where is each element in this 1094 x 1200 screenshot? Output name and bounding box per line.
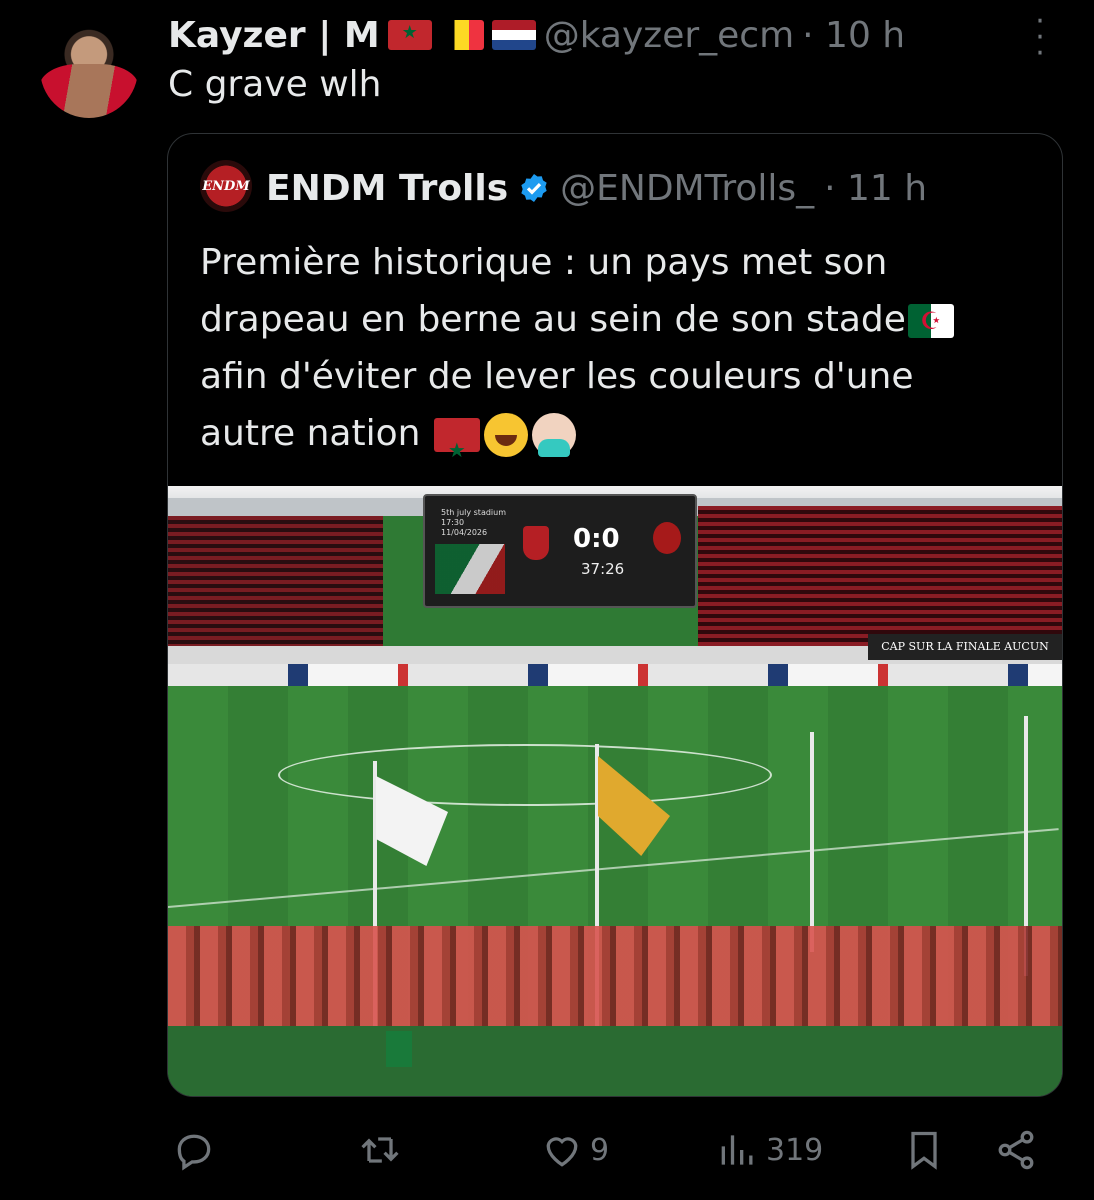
- morocco-flag-icon: [433, 418, 480, 479]
- home-team-crest-icon: [523, 526, 549, 560]
- stadium-stand-right: [698, 506, 1062, 646]
- quoted-text-segment: drapeau en berne au sein de son stade: [200, 299, 906, 340]
- quoted-text-line: afin d'éviter de lever les couleurs d'un…: [200, 356, 914, 397]
- share-icon: [998, 1130, 1034, 1170]
- fan-banner: CAP SUR LA FINALE AUCUN DROIT À L': [868, 634, 1062, 679]
- reply-header: Kayzer | M @kayzer_ecm · 10 h: [168, 10, 905, 60]
- reply-author-name[interactable]: Kayzer | M: [168, 15, 380, 56]
- shrug-emoji-icon: [531, 413, 576, 457]
- like-button[interactable]: 9: [540, 1128, 609, 1172]
- quoted-author-name[interactable]: ENDM Trolls: [266, 168, 508, 209]
- quoted-time[interactable]: · 11 h: [824, 168, 927, 209]
- share-button[interactable]: [994, 1128, 1038, 1172]
- trash-bin: [386, 1031, 412, 1067]
- views-chart-icon: [721, 1135, 753, 1165]
- scoreboard-info: 5th july stadium 17:30 11/04/2026: [441, 508, 507, 537]
- heart-icon: [546, 1137, 578, 1167]
- like-count: 9: [590, 1132, 610, 1168]
- quoted-avatar[interactable]: ENDM: [200, 160, 252, 212]
- reply-text: C grave wlh: [168, 64, 382, 105]
- retweet-button[interactable]: [358, 1128, 408, 1172]
- quoted-text-line: autre nation: [200, 405, 1040, 479]
- stadium-stand-left: [168, 516, 383, 656]
- quoted-text-segment: autre nation: [200, 413, 421, 454]
- scoreboard-clock: 37:26: [581, 560, 625, 578]
- more-options-icon[interactable]: · · ·: [1030, 7, 1050, 69]
- quoted-text-line: Première historique : un pays met son: [200, 242, 888, 283]
- views-count: 319: [766, 1132, 824, 1168]
- algeria-flag-icon: [907, 304, 954, 338]
- reply-handle[interactable]: @kayzer_ecm: [544, 15, 794, 56]
- scoreboard: 5th july stadium 17:30 11/04/2026 0:0 37…: [423, 494, 697, 608]
- scoreboard-score: 0:0: [573, 524, 620, 554]
- quoted-tweet[interactable]: ENDM ENDM Trolls @ENDMTrolls_ · 11 h Pre…: [167, 133, 1063, 1097]
- verified-badge-icon: [521, 174, 547, 202]
- away-team-crest-icon: [653, 522, 681, 554]
- quoted-text: Première historique : un pays met son dr…: [200, 234, 1040, 479]
- quoted-text-line: drapeau en berne au sein de son stade: [200, 291, 1040, 348]
- morocco-flag-icon: [387, 20, 432, 50]
- reply-icon: [177, 1134, 211, 1171]
- tweet-actions-bar: 9 319: [0, 1120, 1094, 1180]
- flag-pole: [810, 732, 814, 952]
- bookmark-icon: [911, 1131, 937, 1170]
- scoreboard-flag-image: [435, 544, 505, 594]
- quoted-media-image[interactable]: 5th july stadium 17:30 11/04/2026 0:0 37…: [168, 486, 1062, 1096]
- reply-button[interactable]: [172, 1128, 222, 1172]
- quoted-header: ENDM Trolls @ENDMTrolls_ · 11 h: [266, 162, 927, 214]
- reply-avatar[interactable]: [40, 20, 138, 118]
- retweet-icon: [361, 1137, 399, 1163]
- quoted-avatar-text: ENDM: [202, 178, 250, 194]
- belgium-flag-icon: [439, 20, 484, 50]
- laughing-emoji-icon: [483, 413, 528, 457]
- quoted-handle[interactable]: @ENDMTrolls_: [560, 168, 814, 209]
- bookmark-button[interactable]: [902, 1128, 946, 1172]
- reply-time[interactable]: · 10 h: [802, 15, 905, 56]
- netherlands-flag-icon: [491, 20, 536, 50]
- center-circle: [278, 744, 772, 806]
- pitchside-track: [168, 1026, 1062, 1096]
- views-button[interactable]: 319: [716, 1128, 823, 1172]
